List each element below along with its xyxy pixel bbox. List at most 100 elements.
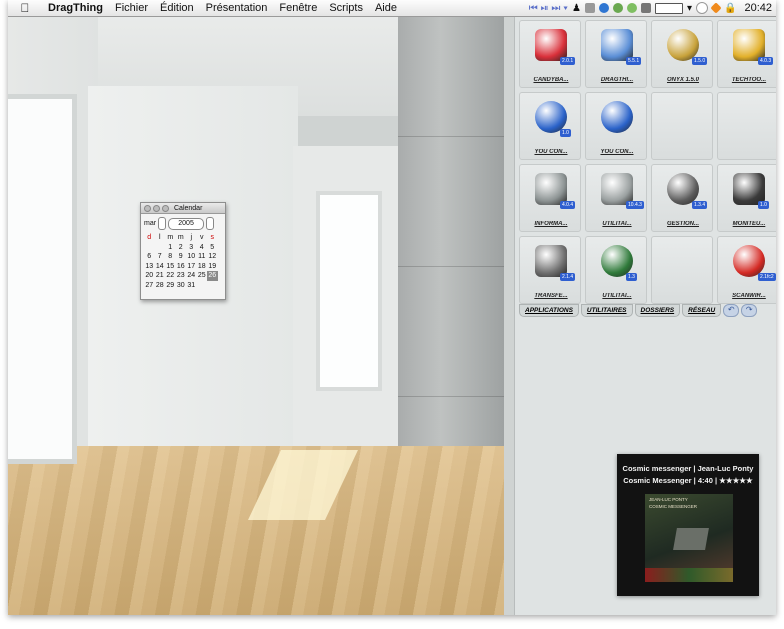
menu-file[interactable]: Fichier xyxy=(109,2,154,14)
spaces-icon[interactable] xyxy=(654,2,683,14)
weekday-label: l xyxy=(158,234,161,241)
menu-clock[interactable]: 20:42 xyxy=(744,2,772,14)
user-icon[interactable]: ♟ xyxy=(572,3,581,14)
green-dots-icon[interactable] xyxy=(612,3,623,13)
dock-cell[interactable]: 1.0 MONITEU... xyxy=(717,164,776,232)
weekday-label: d xyxy=(147,234,152,241)
calendar-day[interactable]: 17 xyxy=(186,262,197,272)
calendar-day[interactable]: 8 xyxy=(165,252,176,262)
dock-cell[interactable] xyxy=(651,92,713,160)
calendar-widget[interactable]: Calendar mar 2005 d l m m j v s 1 2 3 4 5 6 7 8 9 10 11 12… xyxy=(140,202,226,300)
desktop-screen:  DragThing Fichier Édition Présentation… xyxy=(8,0,776,615)
calendar-day[interactable]: 22 xyxy=(165,271,176,281)
version-badge: 5.5.1 xyxy=(626,57,642,65)
year-stepper[interactable] xyxy=(206,217,215,230)
dock-cell[interactable]: 4.0.3 TECHTOO... xyxy=(717,20,776,88)
menu-view[interactable]: Présentation xyxy=(200,2,274,14)
calendar-titlebar[interactable]: Calendar xyxy=(141,203,225,214)
calendar-year[interactable]: 2005 xyxy=(168,217,205,230)
dock-item-label: YOU CON... xyxy=(534,149,568,155)
tab-next-icon[interactable]: ↷ xyxy=(741,304,758,317)
calendar-day[interactable]: 12 xyxy=(207,252,218,262)
calendar-day[interactable]: 15 xyxy=(165,262,176,272)
calendar-day[interactable]: 25 xyxy=(197,271,208,281)
calendar-day[interactable]: 30 xyxy=(176,281,187,291)
menu-edit[interactable]: Édition xyxy=(154,2,200,14)
calendar-day[interactable]: 11 xyxy=(197,252,208,262)
calendar-day[interactable]: 7 xyxy=(155,252,166,262)
dock-cell[interactable] xyxy=(717,92,776,160)
calendar-day[interactable]: 19 xyxy=(207,262,218,272)
lock-icon[interactable]: 🔒 xyxy=(724,3,736,14)
minimize-icon[interactable] xyxy=(153,204,160,212)
calendar-day[interactable]: 2 xyxy=(176,243,187,253)
dock-item-label: GESTION... xyxy=(666,221,699,227)
menu-window[interactable]: Fenêtre xyxy=(273,2,323,14)
dock-cell[interactable]: 2.1.4 TRANSFE... xyxy=(519,236,581,304)
calendar-day[interactable]: 6 xyxy=(144,252,155,262)
calendar-day[interactable]: 29 xyxy=(165,281,176,291)
calendar-day[interactable]: 21 xyxy=(155,271,166,281)
calendar-day[interactable]: 27 xyxy=(144,281,155,291)
script-icon[interactable] xyxy=(584,3,595,13)
calendar-day[interactable]: 26 xyxy=(207,271,218,281)
tab-applications[interactable]: APPLICATIONS xyxy=(519,304,579,317)
dock-item-label: SCANWIR... xyxy=(732,293,766,299)
calendar-day[interactable]: 31 xyxy=(186,281,197,291)
tab-utilities[interactable]: UTILITAIRES xyxy=(580,304,633,317)
calendar-day[interactable]: 3 xyxy=(186,243,197,253)
apple-menu-icon[interactable]:  xyxy=(8,1,42,15)
track-info-line: Cosmic Messenger | 4:40 | ★★★★★ xyxy=(623,476,753,485)
dock-item-label: TECHTOO... xyxy=(731,77,767,83)
dock-item-label: YOU CON... xyxy=(600,149,634,155)
album-cover: JEAN-LUC PONTY COSMIC MESSENGER xyxy=(645,494,733,582)
calendar-day[interactable]: 14 xyxy=(155,262,166,272)
calendar-day[interactable]: 24 xyxy=(186,271,197,281)
now-playing-widget[interactable]: Cosmic messenger | Jean-Luc Ponty Cosmic… xyxy=(617,454,759,596)
calendar-day[interactable]: 1 xyxy=(165,243,176,253)
close-icon[interactable] xyxy=(144,204,151,212)
calendar-day[interactable]: 13 xyxy=(144,262,155,272)
app-menu[interactable]: DragThing xyxy=(42,2,109,14)
zoom-icon[interactable] xyxy=(162,204,169,212)
month-stepper[interactable] xyxy=(158,217,167,230)
calendar-day[interactable]: 9 xyxy=(176,252,187,262)
calendar-day[interactable]: 16 xyxy=(176,262,187,272)
dock-cell[interactable]: 1.5.0 ONYX 1.5.0 xyxy=(651,20,713,88)
weekday-label: j xyxy=(190,234,193,241)
menu-help[interactable]: Aide xyxy=(369,2,403,14)
calendar-day[interactable]: 28 xyxy=(155,281,166,291)
dots-icon[interactable] xyxy=(626,3,637,13)
dock-cell[interactable]: 1.3 UTILITAI... xyxy=(585,236,647,304)
menu-scripts[interactable]: Scripts xyxy=(323,2,369,14)
dock-cell[interactable]: 2.1fc2 SCANWIR... xyxy=(717,236,776,304)
version-badge: 2.1.4 xyxy=(560,273,576,281)
calendar-day[interactable]: 4 xyxy=(197,243,208,253)
calendar-day[interactable]: 10 xyxy=(186,252,197,262)
calendar-day[interactable]: 20 xyxy=(144,271,155,281)
calendar-day[interactable]: 18 xyxy=(197,262,208,272)
calendar-day[interactable]: 5 xyxy=(207,243,218,253)
dock-cell[interactable]: 2.0.1 CANDYBA... xyxy=(519,20,581,88)
dock-cell[interactable]: 1.0 YOU CON... xyxy=(519,92,581,160)
status-circle-icon[interactable] xyxy=(696,2,709,14)
tab-network[interactable]: RÉSEAU xyxy=(682,304,722,317)
youcontrol-tunes-icon[interactable] xyxy=(601,101,633,133)
dock-cell[interactable]: 4.0.4 INFORMA... xyxy=(519,164,581,232)
dock-cell[interactable]: YOU CON... xyxy=(585,92,647,160)
tab-prev-icon[interactable]: ↶ xyxy=(723,304,740,317)
tab-folders[interactable]: DOSSIERS xyxy=(634,304,681,317)
dock-cell[interactable]: 1.3.4 GESTION... xyxy=(651,164,713,232)
chevron-down-icon[interactable]: ▾ xyxy=(687,3,692,14)
globe-icon[interactable] xyxy=(598,3,609,13)
version-badge: 2.1fc2 xyxy=(758,273,776,281)
itunes-controls-icon[interactable]: ⏮ ⏯ ⏭ ▾ xyxy=(529,3,568,14)
calendar-grid: d l m m j v s 1 2 3 4 5 6 7 8 9 10 11 12 13 14 15 16 17 18 19 20 21… xyxy=(141,233,225,290)
printer-icon[interactable] xyxy=(640,3,651,13)
warning-icon[interactable] xyxy=(710,2,722,14)
calendar-day xyxy=(155,243,166,253)
dock-cell[interactable] xyxy=(651,236,713,304)
dock-cell[interactable]: 10.4.3 UTILITAI... xyxy=(585,164,647,232)
dock-cell[interactable]: 5.5.1 DRAGTHI... xyxy=(585,20,647,88)
calendar-day[interactable]: 23 xyxy=(176,271,187,281)
